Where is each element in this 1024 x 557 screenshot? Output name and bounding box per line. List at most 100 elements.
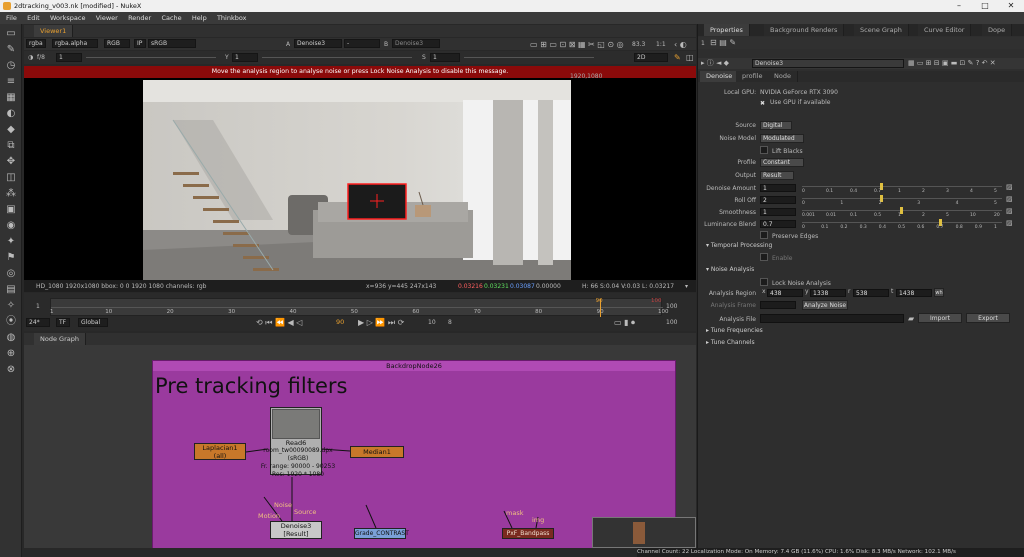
- merge-nodes-icon[interactable]: ⧉: [5, 140, 17, 152]
- time-nodes-icon[interactable]: ◷: [5, 60, 17, 72]
- node-graph-canvas[interactable]: BackdropNode26 Pre tracking filters Read…: [24, 345, 696, 548]
- deep-nodes-icon[interactable]: ▣: [5, 204, 17, 216]
- gamma-slider[interactable]: [262, 53, 412, 62]
- noise-model-dropdown[interactable]: Modulated: [760, 134, 804, 143]
- menu-workspace[interactable]: Workspace: [50, 14, 86, 22]
- menu-render[interactable]: Render: [128, 14, 151, 22]
- keyer-nodes-icon[interactable]: ◆: [5, 124, 17, 136]
- menu-edit[interactable]: Edit: [27, 14, 40, 22]
- node-grade-contrast[interactable]: Grade_CONTRAST: [354, 528, 409, 539]
- particles-nodes-icon[interactable]: ⁂: [5, 188, 17, 200]
- use-gpu-checkbox[interactable]: ✖ Use GPU if available: [760, 99, 830, 107]
- region-r-field[interactable]: 538: [853, 289, 889, 297]
- noise-analysis-section[interactable]: ▾ Noise Analysis: [706, 266, 754, 273]
- playback-forward-icons[interactable]: ▶ ▷ ⏩ ⏭ ⟳: [358, 318, 404, 327]
- menu-file[interactable]: File: [6, 14, 17, 22]
- node-header-tools[interactable]: ▦ ▭ ⊞ ⊟ ▣ ▬ ⊡ ✎ ? ↶ ✕: [908, 59, 996, 68]
- lock-noise-checkbox[interactable]: Lock Noise Analysis: [760, 278, 831, 287]
- display-dropdown[interactable]: sRGB: [148, 39, 196, 48]
- furnace-nodes-icon[interactable]: ▤: [5, 284, 17, 296]
- max-panels-field[interactable]: 1: [701, 39, 705, 48]
- slider-value-field[interactable]: 1: [760, 208, 796, 216]
- proxy-value[interactable]: 1:1: [656, 40, 666, 49]
- node-graph-minimap[interactable]: [592, 517, 696, 548]
- view-mode-dropdown[interactable]: 2D: [634, 53, 668, 62]
- channel-nodes-icon[interactable]: ≡: [5, 76, 17, 88]
- subtab-node[interactable]: Node: [768, 71, 798, 82]
- rgb-dropdown[interactable]: RGB: [104, 39, 130, 48]
- layout-icon[interactable]: ◫: [686, 53, 694, 62]
- node-denoise3[interactable]: Denoise3 [Result]: [270, 521, 322, 539]
- slider-track[interactable]: 0 0.1 0.2 0.3 0.4 0.5 0.6 0.7 0.8 0.9 1: [802, 218, 1002, 230]
- scope-dropdown[interactable]: Global: [78, 318, 108, 327]
- 3d-nodes-icon[interactable]: ◫: [5, 172, 17, 184]
- transform-nodes-icon[interactable]: ✥: [5, 156, 17, 168]
- lift-blacks-checkbox[interactable]: Lift Blacks: [760, 146, 803, 155]
- animation-icon[interactable]: ▨: [1006, 183, 1013, 192]
- cara-nodes-icon[interactable]: ◍: [5, 332, 17, 344]
- tab-dope[interactable]: Dope: [982, 24, 1013, 36]
- maximize-button[interactable]: □: [972, 0, 998, 12]
- node-pxf-bandpass[interactable]: PxF_Bandpass: [502, 528, 554, 539]
- saturation-slider[interactable]: [464, 53, 594, 62]
- import-button[interactable]: Import: [918, 313, 962, 323]
- export-button[interactable]: Export: [966, 313, 1010, 323]
- region-x-field[interactable]: 438: [767, 289, 803, 297]
- image-nodes-icon[interactable]: ▭: [5, 28, 17, 40]
- subtab-denoise[interactable]: Denoise: [700, 71, 740, 82]
- saturation-field[interactable]: 1: [430, 53, 460, 62]
- viewer-tools-icons[interactable]: ▭ ⊞ ▭ ⊡ ⊠ ▦ ✂ ◱ ⊙ ◎: [530, 40, 624, 49]
- slider-value-field[interactable]: 2: [760, 196, 796, 204]
- analysis-frame-field[interactable]: [760, 301, 796, 309]
- ofx-nodes-icon[interactable]: ✧: [5, 300, 17, 312]
- zoom-value[interactable]: 83.3: [632, 40, 645, 49]
- alpha-channel-dropdown[interactable]: rgba.alpha: [52, 39, 98, 48]
- increment-field[interactable]: 8: [448, 318, 452, 327]
- slider-value-field[interactable]: 1: [760, 184, 796, 192]
- gain-field[interactable]: 1: [56, 53, 82, 62]
- source-dropdown[interactable]: Digital: [760, 121, 792, 130]
- region-y-field[interactable]: 1338: [810, 289, 846, 297]
- ip-toggle[interactable]: IP: [134, 39, 146, 48]
- menu-viewer[interactable]: Viewer: [96, 14, 118, 22]
- slider-track[interactable]: 0 0.1 0.4 0.7 1 2 3 4 5: [802, 182, 1002, 194]
- region-wh-button[interactable]: wh: [934, 288, 944, 297]
- animation-icon[interactable]: ▨: [1006, 195, 1013, 204]
- region-t-field[interactable]: 1438: [896, 289, 932, 297]
- close-button[interactable]: ✕: [998, 0, 1024, 12]
- menu-help[interactable]: Help: [192, 14, 207, 22]
- viewer-viewport[interactable]: 1920,1080: [24, 73, 696, 280]
- fps-dropdown[interactable]: 24*: [26, 318, 50, 327]
- tab-background-renders[interactable]: Background Renders: [764, 24, 845, 36]
- input-a-dropdown[interactable]: Denoise3: [294, 39, 342, 48]
- file-browse-icon[interactable]: ▰: [908, 314, 914, 323]
- gain-slider[interactable]: [86, 53, 216, 62]
- timeline-right-icons[interactable]: ▭ ▮ ⏺: [614, 318, 635, 327]
- slider-track[interactable]: 012345: [802, 194, 1002, 206]
- toolsets-nodes-icon[interactable]: ⚑: [5, 252, 17, 264]
- pen-icon[interactable]: ✎: [674, 53, 681, 62]
- slider-track[interactable]: 0.001 0.01 0.1 0.5 1 2 5 10 20: [802, 206, 1002, 218]
- channels-dropdown[interactable]: rgba: [26, 39, 46, 48]
- enable-checkbox[interactable]: Enable: [760, 253, 792, 262]
- menu-cache[interactable]: Cache: [161, 14, 181, 22]
- step-field[interactable]: 10: [428, 318, 436, 327]
- animation-icon[interactable]: ▨: [1006, 207, 1013, 216]
- analysis-file-field[interactable]: [760, 314, 904, 323]
- subtab-profile[interactable]: profile: [736, 71, 770, 82]
- tab-scene-graph[interactable]: Scene Graph: [854, 24, 909, 36]
- input-b-dropdown[interactable]: Denoise3: [392, 39, 440, 48]
- tab-curve-editor[interactable]: Curve Editor: [918, 24, 972, 36]
- slider-value-field[interactable]: 0.7: [760, 220, 796, 228]
- plugin-nodes-icon[interactable]: ⦿: [5, 316, 17, 328]
- properties-tools-icons[interactable]: ⊟ ▤ ✎: [710, 38, 736, 47]
- analyze-noise-button[interactable]: Analyze Noise: [802, 300, 848, 310]
- metadata-nodes-icon[interactable]: ✦: [5, 236, 17, 248]
- minimize-button[interactable]: –: [946, 0, 972, 12]
- node-name-field[interactable]: Denoise3: [752, 59, 904, 68]
- wipe-dropdown[interactable]: -: [344, 39, 380, 48]
- draw-nodes-icon[interactable]: ✎: [5, 44, 17, 56]
- filter-nodes-icon[interactable]: ◐: [5, 108, 17, 120]
- gizmo-nodes-icon[interactable]: ⊕: [5, 348, 17, 360]
- views-nodes-icon[interactable]: ◉: [5, 220, 17, 232]
